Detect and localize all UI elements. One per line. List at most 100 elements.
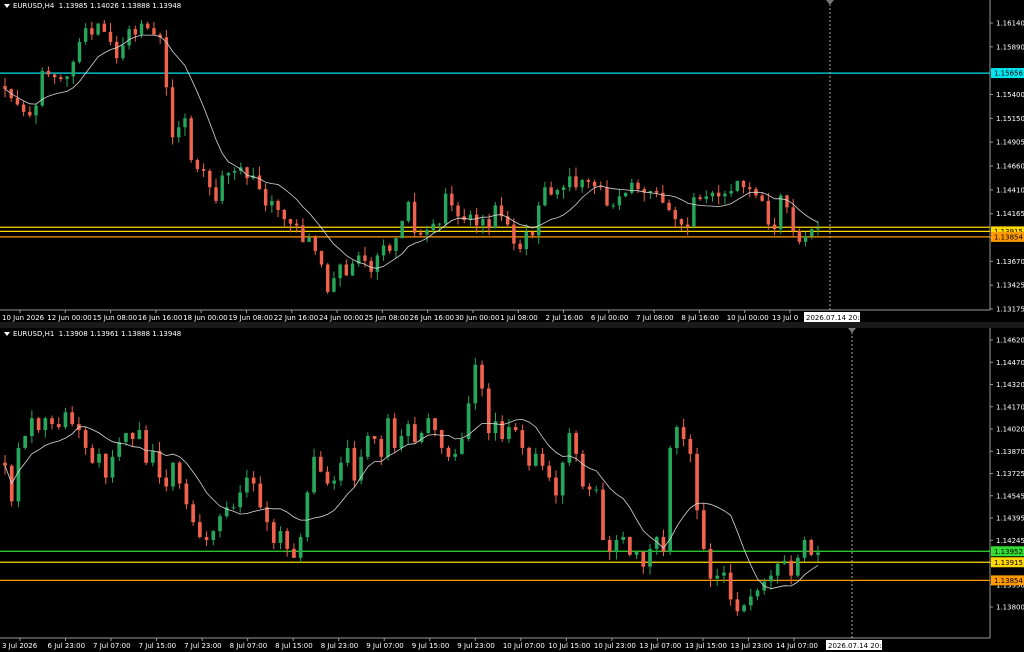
candle-body [124, 433, 128, 442]
candle-body [63, 412, 68, 428]
candle-body [520, 430, 525, 448]
candle-body [809, 539, 814, 555]
candle-body [400, 220, 404, 239]
candle-body [171, 462, 175, 487]
y-tick-label: 1.14470 [996, 359, 1024, 367]
candle-body [52, 74, 57, 78]
candle-body [433, 418, 437, 431]
moving-average-line [4, 418, 819, 590]
candle-body [270, 200, 274, 206]
candle-body [150, 450, 155, 463]
candle-body [83, 28, 88, 42]
candle-body [473, 364, 478, 404]
candle-body [211, 531, 216, 540]
y-tick-label: 1.14620 [996, 337, 1024, 345]
candle-body [810, 229, 814, 237]
candle-body [201, 169, 206, 171]
x-tick-label: 13 Jul 0 [772, 314, 798, 322]
y-tick-label: 1.15400 [996, 91, 1024, 99]
y-tick-label: 1.14020 [996, 426, 1024, 434]
candle-body [789, 560, 793, 576]
candle-body [177, 127, 181, 138]
candle-body [77, 41, 82, 62]
candle-body [592, 181, 597, 187]
candle-body [431, 223, 435, 230]
candle-body [623, 192, 628, 197]
y-tick-label: 1.14410 [996, 186, 1024, 194]
candle-body [580, 180, 584, 188]
candle-body [70, 412, 75, 425]
cursor-triangle-icon[interactable] [848, 328, 856, 333]
candle-body [110, 456, 115, 478]
candle-body [56, 424, 61, 428]
candle-body [195, 160, 200, 170]
y-tick-label: 1.15150 [996, 115, 1024, 123]
y-tick-label: 1.14545 [996, 492, 1024, 500]
candle-body [65, 76, 69, 80]
candle-body [294, 223, 299, 226]
candle-body [443, 193, 448, 224]
x-tick-label: 10 Jul 23:00 [594, 642, 636, 650]
candle-body [15, 98, 20, 105]
x-tick-label: 10 Jun 2026 [2, 314, 45, 322]
candle-body [735, 180, 740, 191]
candle-body [708, 548, 713, 579]
candle-body [133, 29, 138, 35]
candle-body [278, 531, 283, 543]
y-tick-label: 1.14660 [996, 163, 1024, 171]
cursor-triangle-icon[interactable] [826, 0, 834, 5]
candle-body [698, 197, 702, 200]
h4-chart-panel[interactable]: EURUSD,H4 1.13985 1.14026 1.13888 1.1394… [0, 0, 1024, 322]
candle-body [507, 427, 511, 439]
candle-body [518, 243, 522, 250]
candle-body [524, 231, 529, 250]
candle-body [634, 551, 639, 555]
candle-body [722, 572, 726, 576]
candle-body [232, 170, 237, 173]
x-tick-label: 9 Jul 15:00 [412, 642, 450, 650]
x-tick-label: 22 Jun 16:00 [274, 314, 318, 322]
h4-chart-svg[interactable]: 1.161401.158901.156451.154001.151501.149… [0, 0, 1024, 322]
candle-body [692, 197, 696, 227]
candle-body [394, 238, 398, 251]
candle-body [453, 453, 458, 457]
candle-body [574, 176, 578, 188]
candle-body [282, 210, 286, 220]
candle-body [325, 471, 330, 484]
candle-body [265, 507, 269, 523]
candle-body [326, 264, 330, 292]
candle-body [285, 531, 290, 549]
h1-chart-svg[interactable]: 1.14620 1.14470 1.14320 1.14170 1.14020 1.138… [0, 328, 1024, 652]
candle-body [34, 105, 38, 116]
candle-body [164, 37, 169, 88]
candle-body [685, 224, 690, 227]
candle-body [605, 187, 609, 206]
candle-body [547, 465, 552, 478]
candle-body [183, 118, 187, 128]
candle-body [617, 196, 622, 206]
candle-body [245, 167, 249, 179]
candle-body [487, 219, 491, 229]
x-tick-label: 8 Jul 15:00 [275, 642, 313, 650]
candle-body [130, 433, 135, 439]
candle-body [723, 193, 727, 197]
level-price-label: 1.15656 [994, 70, 1023, 78]
candle-body [258, 483, 263, 508]
candle-body [426, 418, 431, 434]
candle-body [319, 250, 324, 265]
candle-body [641, 551, 646, 567]
candle-body [695, 453, 699, 511]
candle-body [345, 447, 350, 463]
candle-body [406, 201, 411, 221]
candle-body [189, 118, 193, 160]
candle-body [648, 548, 652, 567]
candle-body [681, 427, 686, 439]
candle-body [292, 548, 296, 558]
level-price-label: 1.13854 [994, 233, 1023, 241]
x-tick-label: 6 Jul 00:00 [591, 314, 629, 322]
x-tick-label: 30 Jun 00:00 [455, 314, 499, 322]
candle-body [97, 453, 101, 463]
candle-body [580, 453, 585, 487]
candle-body [704, 196, 708, 200]
h1-chart-panel[interactable]: EURUSD,H1 1.13908 1.13961 1.13888 1.1394… [0, 328, 1024, 652]
